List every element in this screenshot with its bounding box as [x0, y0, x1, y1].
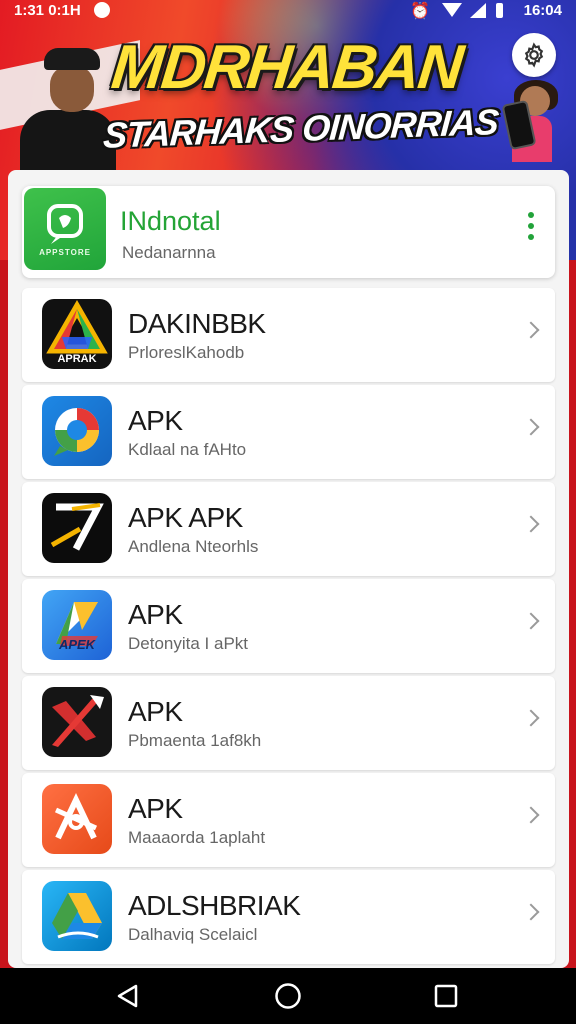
store-logo-label: APPSTORE [39, 247, 91, 257]
app-subtitle: Maaaorda 1aplaht [128, 828, 266, 847]
banner-subtitle: STARHAKS OINORRIAS [102, 101, 500, 156]
triangle-logo-icon: APRAK [42, 299, 112, 369]
banner-person-left [14, 48, 116, 180]
banner-title: MDRHABAN [108, 33, 465, 102]
store-title: INdnotal [120, 206, 221, 236]
app-title: ADLSHBRIAK [128, 890, 301, 921]
chevron-right-icon [522, 515, 540, 533]
abstract-a-icon [42, 784, 112, 854]
app-list: APRAK DAKINBBK PrloreslKahodb APK Kdlaal… [22, 288, 555, 967]
chevron-right-icon [522, 709, 540, 727]
app-title: APK [128, 696, 183, 727]
more-options-icon[interactable] [527, 212, 535, 240]
signal-icon [470, 3, 486, 18]
back-button[interactable] [88, 968, 168, 1024]
list-item[interactable]: APRAK DAKINBBK PrloreslKahodb [22, 288, 555, 382]
app-subtitle: Andlena Nteorhls [128, 537, 259, 556]
chevron-right-icon [522, 612, 540, 630]
home-circle-icon [275, 983, 301, 1009]
recents-button[interactable] [406, 968, 486, 1024]
settings-button[interactable] [512, 33, 556, 77]
list-item[interactable]: APK APK Andlena Nteorhls [22, 482, 555, 576]
arrow-logo-icon [42, 493, 112, 563]
gear-icon [524, 42, 544, 68]
home-button[interactable] [248, 968, 328, 1024]
store-header-card[interactable]: APPSTORE INdnotal Nedanarnna [22, 186, 555, 278]
app-list-panel: APPSTORE INdnotal Nedanarnna APRAK DAKIN… [8, 170, 569, 968]
alarm-icon: ⏰ [410, 3, 430, 20]
app-title: APK APK [128, 502, 243, 533]
wifi-icon [442, 3, 462, 17]
chevron-right-icon [522, 418, 540, 436]
navigation-bar [0, 968, 576, 1024]
back-triangle-icon [117, 984, 138, 1008]
store-logo-icon: APPSTORE [24, 188, 106, 270]
list-item[interactable]: APEK APK Detonyita I aPkt [22, 579, 555, 673]
recents-square-icon [434, 984, 458, 1008]
list-item[interactable]: APK Pbmaenta 1af8kh [22, 676, 555, 770]
app-title: APK [128, 599, 183, 630]
app-subtitle: Pbmaenta 1af8kh [128, 731, 262, 750]
battery-icon [496, 3, 503, 18]
app-icon-label: APRAK [57, 353, 97, 365]
drive-triangle-icon [42, 881, 112, 951]
status-clock-left: 1:31 0:1H [14, 2, 81, 19]
app-title: APK [128, 793, 183, 824]
app-title: DAKINBBK [128, 308, 266, 339]
notification-icon [94, 2, 110, 18]
chevron-right-icon [522, 806, 540, 824]
app-title: APK [128, 405, 183, 436]
store-subtitle: Nedanarnna [122, 243, 216, 262]
cross-arrow-icon [42, 687, 112, 757]
app-subtitle: Kdlaal na fAHto [128, 440, 247, 459]
folded-a-icon: APEK [42, 590, 112, 660]
list-item[interactable]: APK Maaaorda 1aplaht [22, 773, 555, 867]
app-icon-label: APEK [58, 637, 96, 652]
chevron-right-icon [522, 903, 540, 921]
status-bar: 1:31 0:1H ⏰ 16:04 [0, 0, 576, 22]
status-clock: 16:04 [523, 2, 562, 19]
app-subtitle: Detonyita I aPkt [128, 634, 249, 653]
list-item[interactable]: ADLSHBRIAK Dalhaviq Scelaicl [22, 870, 555, 964]
chevron-right-icon [522, 321, 540, 339]
list-item[interactable]: APK Kdlaal na fAHto [22, 385, 555, 479]
app-subtitle: PrloreslKahodb [128, 343, 245, 362]
app-subtitle: Dalhaviq Scelaicl [128, 925, 258, 944]
chat-bubble-icon [42, 396, 112, 466]
